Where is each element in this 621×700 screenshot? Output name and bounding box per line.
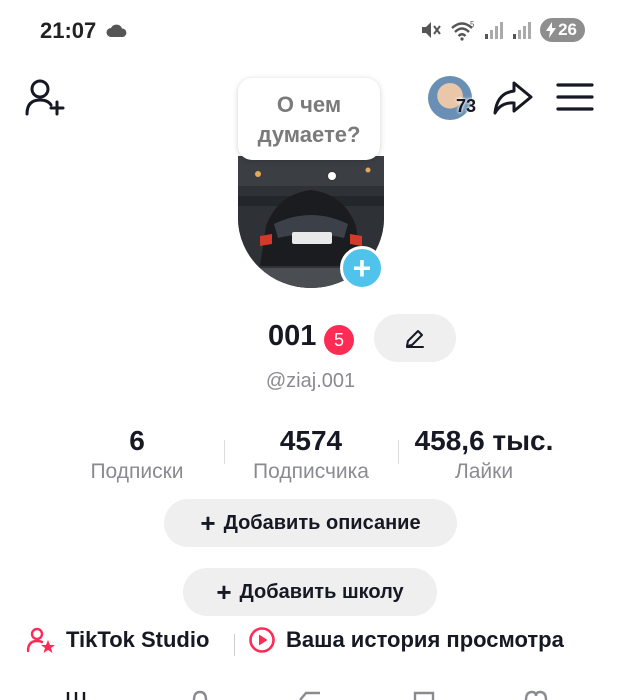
signal-icon (513, 22, 532, 39)
signal-icon (485, 22, 504, 39)
battery-indicator: 26 (540, 18, 585, 42)
grid-icon[interactable] (62, 690, 90, 700)
stat-followers[interactable]: 4574 Подписчика (236, 424, 386, 486)
creator-star-icon (26, 627, 55, 653)
share-icon[interactable] (492, 80, 534, 116)
stat-likes[interactable]: 458,6 тыс. Лайки (400, 424, 568, 486)
tiktok-studio-label: TikTok Studio (66, 627, 210, 652)
friends-count: 73 (456, 96, 477, 116)
plus-icon: + (200, 508, 216, 538)
add-bio-button[interactable]: + Добавить описание (164, 499, 457, 547)
status-time: 21:07 (40, 18, 97, 43)
stat-likes-value: 458,6 тыс. (414, 425, 554, 456)
status-bar: 21:07 5 26 (0, 0, 621, 62)
mute-icon (422, 22, 441, 38)
status-icons: 5 26 (420, 18, 585, 42)
svg-text:5: 5 (470, 20, 475, 29)
profile-nickname: 001 (268, 320, 317, 352)
battery-level: 26 (558, 20, 577, 39)
bubble-tail (328, 172, 336, 180)
stat-divider (224, 440, 225, 464)
pencil-icon (406, 330, 424, 348)
bubble-line-2: думаете? (257, 122, 361, 147)
edit-profile-button[interactable] (374, 314, 456, 362)
notification-badge: 5 (324, 325, 354, 355)
status-note-bubble[interactable]: О чем думаете? (238, 78, 380, 160)
lock-icon[interactable] (186, 690, 214, 700)
bubble-line-1: О чем (276, 92, 342, 117)
add-school-button[interactable]: + Добавить школу (183, 568, 437, 616)
repost-icon[interactable] (296, 690, 324, 700)
add-friend-icon[interactable] (24, 78, 66, 118)
add-school-label: Добавить школу (239, 580, 404, 603)
cloud-icon (106, 24, 127, 37)
bookmark-icon[interactable] (410, 690, 438, 700)
links-divider (234, 634, 235, 656)
stat-following[interactable]: 6 Подписки (66, 424, 208, 486)
watch-history-label: Ваша история просмотра (286, 627, 564, 652)
add-photo-button[interactable]: + (340, 246, 384, 290)
stat-divider (398, 440, 399, 464)
stat-following-label: Подписки (90, 460, 184, 483)
add-bio-label: Добавить описание (223, 511, 421, 534)
stat-followers-value: 4574 (279, 425, 343, 456)
tiktok-studio-link[interactable]: TikTok Studio (26, 626, 209, 654)
stat-followers-label: Подписчика (253, 460, 369, 483)
profile-username: @ziaj.001 (265, 370, 356, 392)
menu-icon[interactable] (556, 82, 594, 112)
profile-screen: 21:07 5 26 73 О чем думаете? + 001 5 @zi… (0, 0, 621, 700)
heart-icon[interactable] (522, 690, 550, 700)
battery-charging-icon (546, 22, 557, 38)
play-circle-icon (249, 627, 275, 653)
stat-likes-label: Лайки (454, 460, 514, 483)
plus-icon: + (216, 577, 232, 607)
stat-following-value: 6 (129, 425, 145, 456)
watch-history-link[interactable]: Ваша история просмотра (248, 626, 564, 654)
wifi-icon: 5 (451, 20, 475, 41)
